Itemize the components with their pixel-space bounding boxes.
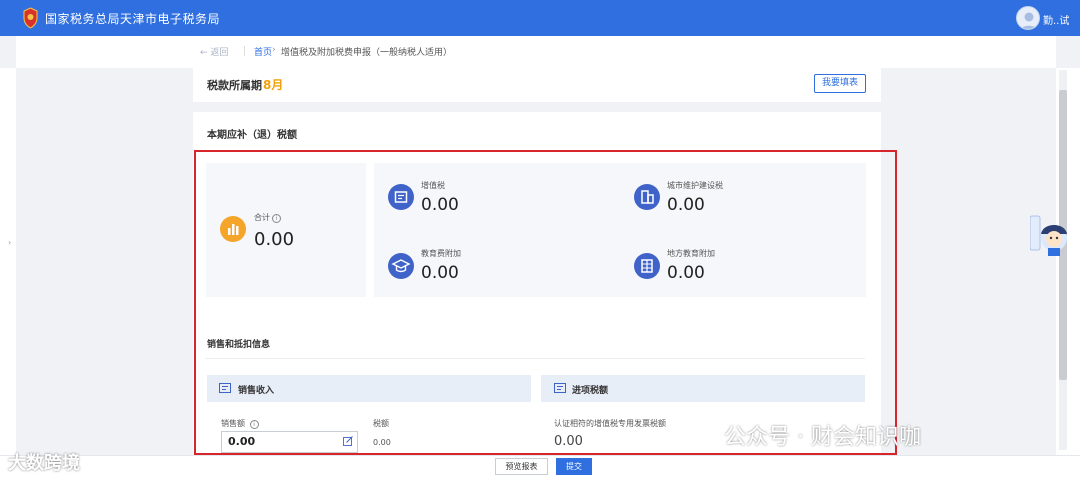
user-name[interactable]: 勤..试 (1043, 12, 1069, 27)
breadcrumb-separator: › (272, 45, 276, 55)
section-title-summary: 本期应补（退）税额 (207, 130, 297, 141)
nav-divider (244, 46, 245, 56)
watermark-left: 大数跨境 (8, 453, 80, 474)
user-avatar-icon[interactable] (1016, 6, 1040, 30)
watermark-right: 公众号 · 财会知识咖 (724, 425, 921, 450)
expand-left-icon[interactable]: › (8, 238, 11, 247)
assistant-robot-icon[interactable] (1030, 212, 1070, 258)
highlight-box (194, 150, 897, 455)
period-value: 8月 (263, 78, 284, 92)
breadcrumb-current: 增值税及附加税费申报（一般纳税人适用） (281, 48, 453, 58)
fill-form-button[interactable]: 我要填表 (814, 74, 866, 93)
site-title: 国家税务总局天津市电子税务局 (45, 12, 221, 26)
subnav-bar (16, 36, 1056, 68)
back-link[interactable]: ← 返回 (200, 45, 228, 58)
submit-button[interactable]: 提交 (556, 458, 592, 475)
back-link-label: 返回 (210, 48, 229, 58)
period-label: 税款所属期 (207, 79, 262, 92)
tax-emblem-icon (23, 7, 38, 29)
preview-report-button[interactable]: 预览报表 (495, 458, 548, 475)
breadcrumb-home[interactable]: 首页 (254, 45, 272, 58)
period-card (193, 68, 881, 102)
left-gutter (0, 68, 16, 458)
